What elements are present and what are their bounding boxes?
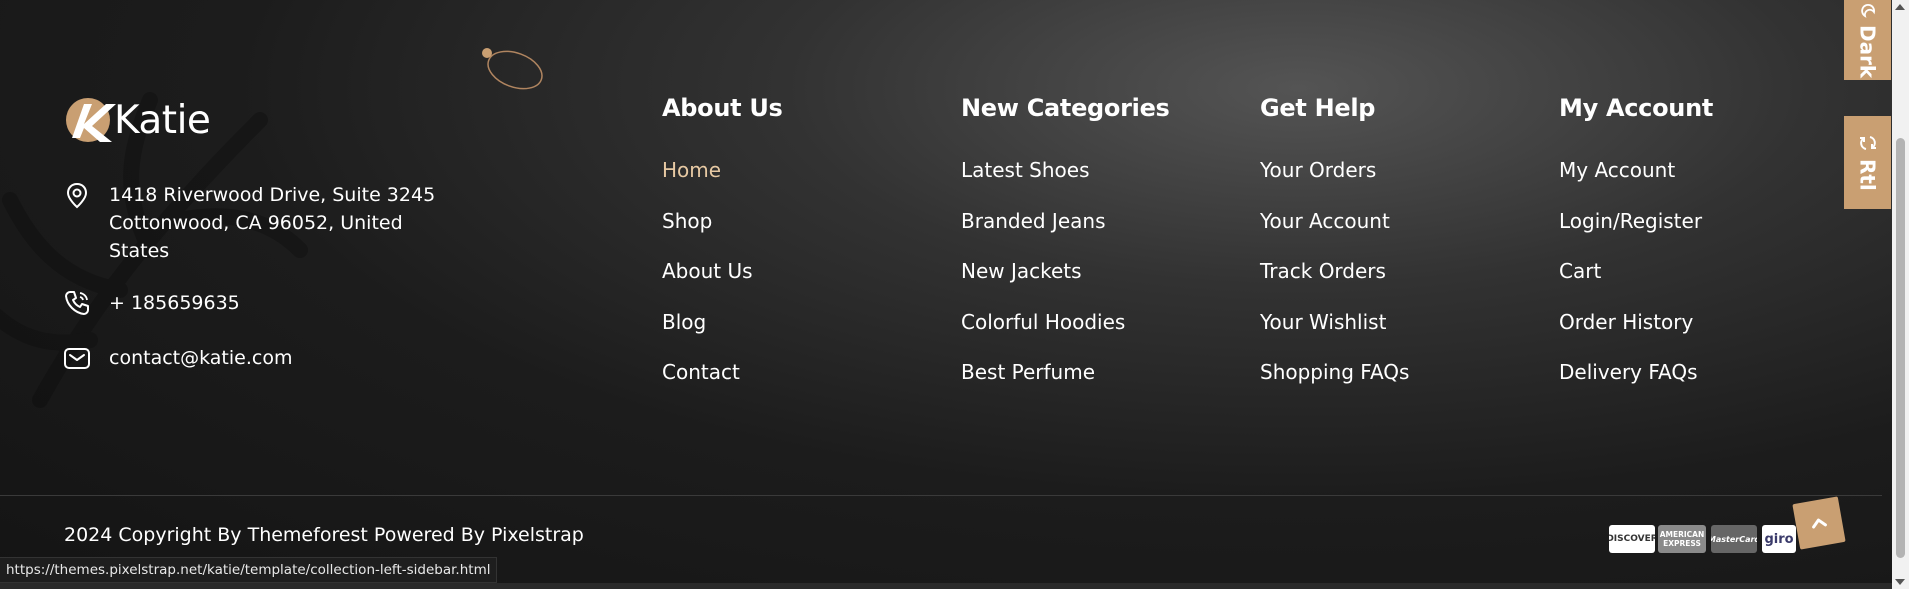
footer-column-get-help: Get Help Your Orders Your Account Track … (1260, 93, 1409, 409)
brand-logo[interactable]: Katie (62, 96, 211, 144)
footer-divider (0, 495, 1882, 496)
contact-email[interactable]: contact@katie.com (63, 344, 292, 372)
mail-icon (64, 348, 90, 369)
footer-link-delivery-faqs[interactable]: Delivery FAQs (1559, 358, 1713, 386)
payment-mastercard: MasterCard (1711, 525, 1757, 553)
rtl-toggle[interactable]: Rtl (1844, 116, 1891, 209)
footer-link-shop[interactable]: Shop (662, 207, 783, 235)
footer-link-track-orders[interactable]: Track Orders (1260, 257, 1409, 285)
status-bar-url: https://themes.pixelstrap.net/katie/temp… (0, 557, 498, 583)
moon-icon (1860, 3, 1875, 18)
location-pin-icon (66, 182, 88, 209)
payment-giro: giro (1762, 525, 1796, 553)
footer-link-home[interactable]: Home (662, 156, 783, 184)
footer-link-blog[interactable]: Blog (662, 308, 783, 336)
footer-link-your-wishlist[interactable]: Your Wishlist (1260, 308, 1409, 336)
footer-link-new-jackets[interactable]: New Jackets (961, 257, 1170, 285)
footer-column-new-categories: New Categories Latest Shoes Branded Jean… (961, 93, 1170, 409)
payment-discover: DISCOVER (1609, 525, 1655, 553)
footer-link-branded-jeans[interactable]: Branded Jeans (961, 207, 1170, 235)
footer-link-latest-shoes[interactable]: Latest Shoes (961, 156, 1170, 184)
rtl-label: Rtl (1855, 159, 1880, 191)
brand-name: Katie (114, 97, 211, 143)
column-title: My Account (1559, 94, 1714, 122)
email-text: contact@katie.com (109, 347, 293, 369)
column-title: New Categories (961, 94, 1170, 122)
page-scrollbar[interactable] (1892, 0, 1909, 589)
copyright-text: 2024 Copyright By Themeforest Powered By… (64, 524, 584, 546)
address-text: 1418 Riverwood Drive, Suite 3245 Cottonw… (109, 184, 436, 262)
column-title: About Us (662, 94, 783, 122)
scroll-down-arrow[interactable] (1895, 579, 1905, 585)
contact-phone[interactable]: + 185659635 (63, 289, 240, 317)
footer-link-contact[interactable]: Contact (662, 358, 783, 386)
footer-column-about-us: About Us Home Shop About Us Blog Contact (662, 93, 783, 409)
ring-decoration (482, 48, 543, 90)
window-bottom-edge (0, 583, 1892, 589)
phone-icon (65, 291, 89, 315)
footer-column-my-account: My Account My Account Login/Register Car… (1559, 93, 1713, 409)
column-title: Get Help (1260, 94, 1376, 122)
chevron-up-icon (1812, 518, 1827, 529)
phone-text: + 185659635 (109, 292, 240, 314)
footer-link-login-register[interactable]: Login/Register (1559, 207, 1713, 235)
scroll-up-arrow[interactable] (1895, 4, 1905, 10)
back-to-top-button[interactable] (1792, 496, 1846, 550)
refresh-icon (1859, 136, 1876, 151)
footer-link-order-history[interactable]: Order History (1559, 308, 1713, 336)
contact-address: 1418 Riverwood Drive, Suite 3245 Cottonw… (63, 181, 449, 265)
payment-amex: AMERICAN EXPRESS (1658, 525, 1706, 553)
logo-mark-icon (66, 98, 116, 142)
dark-mode-toggle[interactable]: Dark (1844, 0, 1891, 80)
footer-link-cart[interactable]: Cart (1559, 257, 1713, 285)
footer-link-shopping-faqs[interactable]: Shopping FAQs (1260, 358, 1409, 386)
footer-link-about-us[interactable]: About Us (662, 257, 783, 285)
footer-link-your-account[interactable]: Your Account (1260, 207, 1409, 235)
footer-link-your-orders[interactable]: Your Orders (1260, 156, 1409, 184)
footer-link-colorful-hoodies[interactable]: Colorful Hoodies (961, 308, 1170, 336)
scroll-thumb[interactable] (1896, 138, 1905, 558)
dark-mode-label: Dark (1855, 24, 1880, 79)
footer-link-best-perfume[interactable]: Best Perfume (961, 358, 1170, 386)
footer-link-my-account[interactable]: My Account (1559, 156, 1713, 184)
